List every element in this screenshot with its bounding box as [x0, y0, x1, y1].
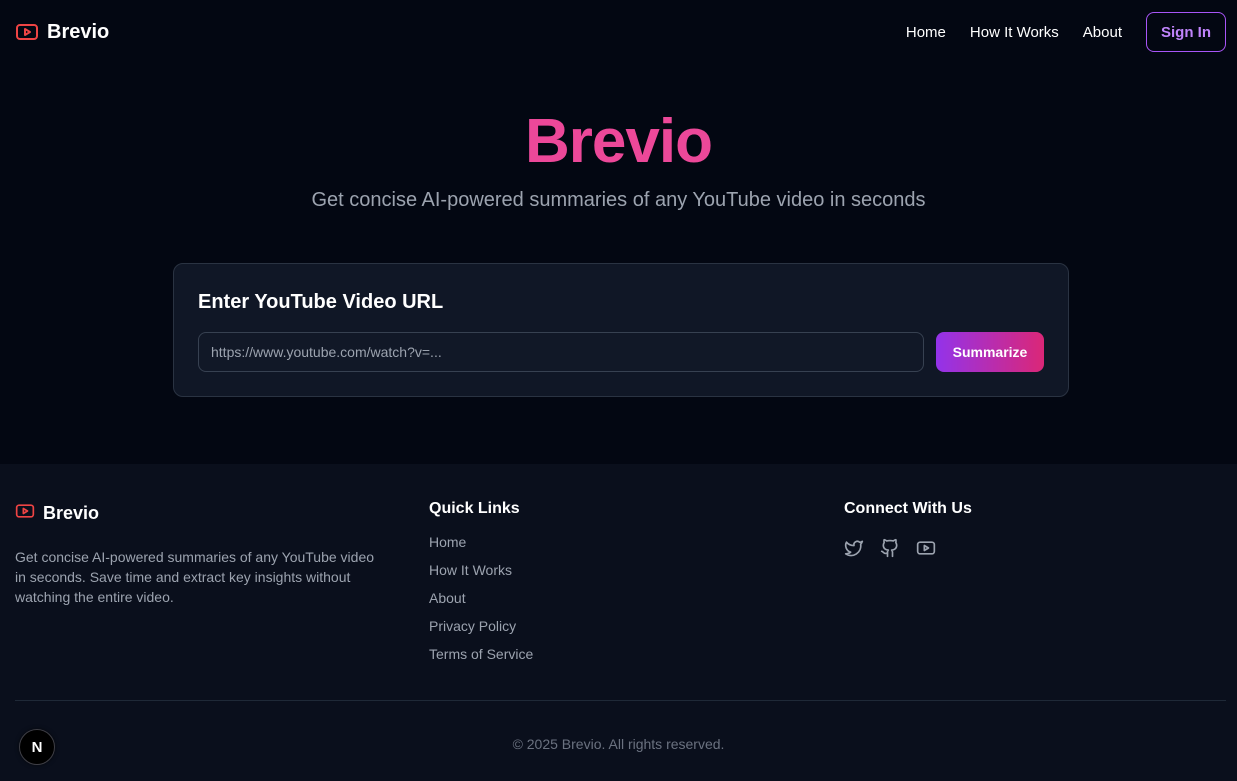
- footer-divider: [15, 700, 1226, 701]
- github-icon[interactable]: [880, 538, 900, 558]
- footer-connect-column: Connect With Us: [844, 500, 1144, 558]
- footer-description: Get concise AI-powered summaries of any …: [15, 549, 375, 605]
- nav-link-home[interactable]: Home: [906, 24, 946, 41]
- youtube-play-icon: [15, 501, 35, 526]
- card-title: Enter YouTube Video URL: [198, 291, 444, 313]
- brand-logo-link[interactable]: Brevio: [15, 20, 109, 44]
- url-input-card: Enter YouTube Video URL Summarize: [173, 263, 1069, 397]
- footer-link-terms-of-service[interactable]: Terms of Service: [429, 644, 729, 672]
- footer-link-home[interactable]: Home: [429, 532, 729, 560]
- quick-links-list: Home How It Works About Privacy Policy T…: [429, 532, 729, 672]
- summarize-button[interactable]: Summarize: [936, 332, 1044, 372]
- youtube-play-icon: [15, 20, 39, 44]
- social-links: [844, 538, 1144, 558]
- sign-in-button[interactable]: Sign In: [1146, 12, 1226, 52]
- quick-links-heading: Quick Links: [429, 500, 520, 517]
- copyright-text: © 2025 Brevio. All rights reserved.: [512, 736, 725, 752]
- footer-quick-links-column: Quick Links Home How It Works About Priv…: [429, 500, 729, 672]
- dev-tools-badge[interactable]: N: [19, 729, 55, 765]
- hero-subtitle: Get concise AI-powered summaries of any …: [311, 189, 926, 211]
- youtube-url-input[interactable]: [198, 332, 924, 372]
- footer: Brevio Get concise AI-powered summaries …: [0, 464, 1237, 781]
- nav-link-how-it-works[interactable]: How It Works: [970, 24, 1059, 41]
- url-form: Summarize: [198, 332, 1044, 372]
- footer-brand-name: Brevio: [43, 503, 100, 523]
- twitter-icon[interactable]: [844, 538, 864, 558]
- top-navbar: Brevio Home How It Works About Sign In: [0, 0, 1237, 64]
- footer-link-how-it-works[interactable]: How It Works: [429, 560, 729, 588]
- footer-brand[interactable]: Brevio: [15, 501, 375, 526]
- youtube-icon[interactable]: [916, 538, 936, 558]
- footer-link-privacy-policy[interactable]: Privacy Policy: [429, 616, 729, 644]
- nav-link-about[interactable]: About: [1083, 24, 1122, 41]
- footer-link-about[interactable]: About: [429, 588, 729, 616]
- hero-title: Brevio: [525, 107, 713, 176]
- footer-about-column: Brevio Get concise AI-powered summaries …: [15, 500, 375, 607]
- main-nav: Home How It Works About Sign In: [906, 12, 1226, 52]
- connect-heading: Connect With Us: [844, 500, 972, 517]
- brand-name: Brevio: [47, 20, 110, 43]
